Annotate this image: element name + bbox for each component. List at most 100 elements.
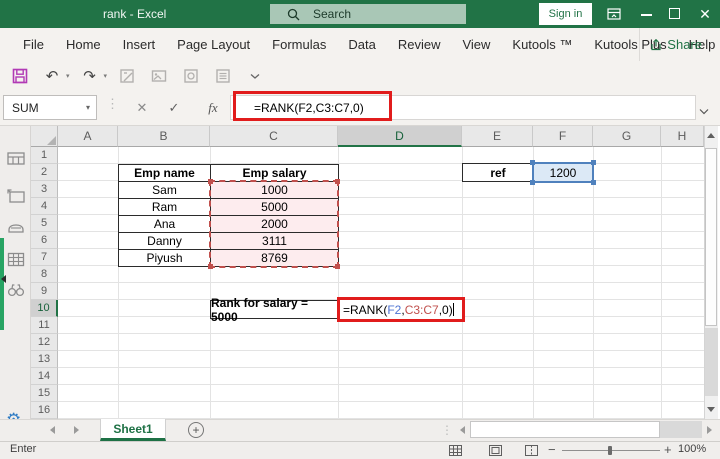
sign-in-button[interactable]: Sign in: [539, 3, 592, 25]
column-header-e[interactable]: E: [462, 126, 533, 147]
zoom-level[interactable]: 100%: [678, 443, 706, 455]
column-list-button[interactable]: [7, 250, 25, 268]
minimize-button[interactable]: [634, 2, 658, 26]
scroll-up-button[interactable]: [704, 126, 718, 144]
navigation-pane-button[interactable]: [7, 187, 25, 205]
column-header-c[interactable]: C: [210, 126, 338, 147]
zoom-slider-knob[interactable]: [608, 446, 612, 455]
tab-page-layout[interactable]: Page Layout: [166, 28, 261, 61]
column-header-g[interactable]: G: [593, 126, 661, 147]
row-header-11[interactable]: 11: [31, 317, 58, 334]
cell-c2[interactable]: Emp salary: [211, 165, 339, 182]
ribbon-display-options-button[interactable]: [607, 7, 621, 26]
confirm-entry-button[interactable]: ✓: [162, 95, 186, 120]
normal-view-button[interactable]: [447, 444, 463, 457]
normal-view-icon: [448, 445, 462, 456]
name-box[interactable]: SUM ▾: [3, 95, 97, 120]
insert-function-button[interactable]: fx: [200, 95, 226, 120]
pane-collapse-arrow-icon[interactable]: [1, 275, 6, 283]
redo-button[interactable]: ↷: [78, 65, 102, 87]
cell-d10-formula-annotated[interactable]: =RANK(F2, C3:C7,0): [337, 297, 465, 322]
sheet-nav-left-button[interactable]: [50, 426, 55, 434]
share-button[interactable]: Share: [639, 28, 712, 61]
hscroll-left-button[interactable]: [455, 421, 470, 438]
vertical-scrollbar-track[interactable]: [705, 328, 718, 396]
row-header-12[interactable]: 12: [31, 334, 58, 351]
row-header-15[interactable]: 15: [31, 385, 58, 402]
row-header-13[interactable]: 13: [31, 351, 58, 368]
row-header-7[interactable]: 7: [31, 249, 58, 266]
row-header-14[interactable]: 14: [31, 368, 58, 385]
sheet-tab-sheet1[interactable]: Sheet1: [100, 419, 166, 441]
row-header-3[interactable]: 3: [31, 181, 58, 198]
cancel-entry-button[interactable]: ✕: [130, 95, 154, 120]
tab-kutools[interactable]: Kutools ™: [501, 28, 583, 61]
row-header-8[interactable]: 8: [31, 266, 58, 283]
row-header-10[interactable]: 10: [31, 300, 58, 317]
row-header-9[interactable]: 9: [31, 283, 58, 300]
tab-formulas[interactable]: Formulas: [261, 28, 337, 61]
column-header-d[interactable]: D: [338, 126, 462, 147]
row-header-2[interactable]: 2: [31, 164, 58, 181]
cell-b5[interactable]: Ana: [119, 216, 211, 233]
row-header-4[interactable]: 4: [31, 198, 58, 215]
zoom-out-button[interactable]: −: [548, 442, 556, 457]
cell-c6[interactable]: 3111: [211, 233, 339, 250]
select-all-button[interactable]: [31, 126, 58, 147]
cell-e2-ref-label[interactable]: ref: [462, 163, 534, 182]
cell-b6[interactable]: Danny: [119, 233, 211, 250]
column-header-b[interactable]: B: [118, 126, 210, 147]
tab-view[interactable]: View: [451, 28, 501, 61]
cell-c10-rank-label[interactable]: Rank for salary = 5000: [210, 296, 339, 324]
cell-b2[interactable]: Emp name: [119, 165, 211, 182]
row-header-6[interactable]: 6: [31, 232, 58, 249]
column-header-h[interactable]: H: [661, 126, 704, 147]
maximize-button[interactable]: [662, 2, 686, 26]
cell-c7[interactable]: 8769: [211, 250, 339, 267]
design-mode-button[interactable]: [115, 65, 139, 87]
redo-dropdown-caret[interactable]: ▾: [104, 72, 108, 80]
sheet-nav-right-button[interactable]: [74, 426, 79, 434]
page-break-view-button[interactable]: [523, 444, 539, 457]
row-header-5[interactable]: 5: [31, 215, 58, 232]
scroll-down-button[interactable]: [704, 400, 718, 418]
find-replace-button[interactable]: [7, 281, 25, 299]
tab-insert[interactable]: Insert: [112, 28, 167, 61]
gridline: [533, 147, 534, 419]
cell-c3[interactable]: 1000: [211, 182, 339, 199]
tab-file[interactable]: File: [12, 28, 55, 61]
zoom-in-button[interactable]: +: [664, 442, 672, 457]
horizontal-scrollbar-thumb[interactable]: [470, 421, 660, 438]
column-header-f[interactable]: F: [533, 126, 593, 147]
cell-c4[interactable]: 5000: [211, 199, 339, 216]
tab-data[interactable]: Data: [337, 28, 386, 61]
search-box[interactable]: Search: [270, 4, 466, 24]
customize-qat-button[interactable]: [243, 65, 267, 87]
printer-button[interactable]: [7, 219, 25, 237]
cell-c5[interactable]: 2000: [211, 216, 339, 233]
new-sheet-button[interactable]: +: [188, 422, 204, 438]
expand-formula-bar-button[interactable]: [699, 102, 709, 120]
save-button[interactable]: [8, 65, 32, 87]
quick-print-button[interactable]: [211, 65, 235, 87]
close-button[interactable]: ✕: [692, 0, 718, 28]
formula-bar-input[interactable]: =RANK(F2,C3:C7,0): [230, 95, 696, 120]
workbook-pane-button[interactable]: [7, 150, 25, 168]
cell-b7[interactable]: Piyush: [119, 250, 211, 267]
print-preview-button[interactable]: [179, 65, 203, 87]
cell-b4[interactable]: Ram: [119, 199, 211, 216]
picture-button[interactable]: [147, 65, 171, 87]
kutools-pane-handle[interactable]: [0, 238, 4, 330]
page-layout-view-button[interactable]: [487, 444, 503, 457]
row-header-1[interactable]: 1: [31, 147, 58, 164]
tab-review[interactable]: Review: [387, 28, 452, 61]
cell-f2-ref-value[interactable]: 1200: [530, 160, 596, 185]
vertical-scrollbar-thumb[interactable]: [705, 148, 717, 326]
row-header-16[interactable]: 16: [31, 402, 58, 419]
column-header-a[interactable]: A: [58, 126, 118, 147]
hscroll-right-button[interactable]: [702, 421, 717, 438]
undo-button[interactable]: ↶: [40, 65, 64, 87]
tab-home[interactable]: Home: [55, 28, 112, 61]
undo-dropdown-caret[interactable]: ▾: [66, 72, 70, 80]
cell-b3[interactable]: Sam: [119, 182, 211, 199]
